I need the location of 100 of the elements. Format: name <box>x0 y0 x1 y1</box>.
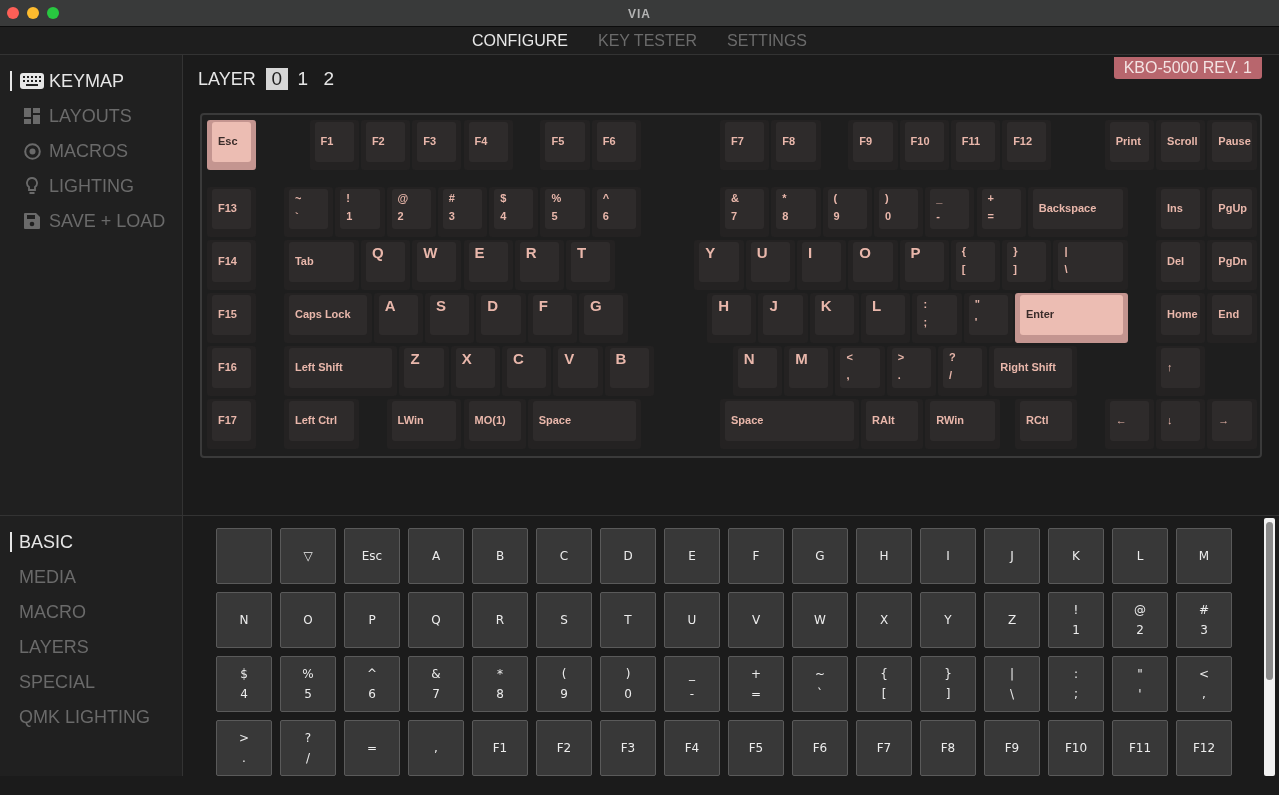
keyboard-key[interactable]: Left Shift <box>283 346 398 396</box>
keyboard-key[interactable]: F3 <box>412 120 462 170</box>
keyboard-key[interactable]: Del <box>1156 240 1206 290</box>
keycode-button[interactable]: F12 <box>1176 720 1232 776</box>
keyboard-key[interactable]: F16 <box>207 346 257 396</box>
keyboard-key[interactable]: " ' <box>963 293 1013 343</box>
keycode-button[interactable]: T <box>600 592 656 648</box>
keycode-button[interactable]: + = <box>728 656 784 712</box>
keycode-button[interactable]: F1 <box>472 720 528 776</box>
keyboard-key[interactable]: | \ <box>1053 240 1129 290</box>
keyboard-key[interactable]: N <box>732 346 783 396</box>
keycode-button[interactable]: Q <box>408 592 464 648</box>
keycode-button[interactable]: F5 <box>728 720 784 776</box>
layer-button[interactable]: 2 <box>317 68 340 90</box>
keyboard-key[interactable]: } ] <box>1002 240 1052 290</box>
keycode-button[interactable]: F4 <box>664 720 720 776</box>
keyboard-key[interactable]: < , <box>835 346 885 396</box>
keyboard-key[interactable]: G <box>578 293 629 343</box>
keyboard-key[interactable]: F13 <box>207 187 257 237</box>
keycode-button[interactable]: ? / <box>280 720 336 776</box>
keyboard-key[interactable]: { [ <box>950 240 1001 290</box>
keyboard-key[interactable]: D <box>476 293 526 343</box>
keycode-button[interactable]: X <box>856 592 912 648</box>
keyboard-key[interactable]: ← <box>1104 399 1155 449</box>
keyboard-key[interactable]: H <box>707 293 757 343</box>
keyboard-key[interactable]: L <box>861 293 911 343</box>
keycode-button[interactable]: & 7 <box>408 656 464 712</box>
keycode-button[interactable]: K <box>1048 528 1104 584</box>
keycode-button[interactable]: , <box>408 720 464 776</box>
keyboard-key[interactable]: → <box>1207 399 1257 449</box>
keyboard-key[interactable]: Ins <box>1156 187 1206 237</box>
keycode-button[interactable]: } ] <box>920 656 976 712</box>
keyboard-key[interactable]: Backspace <box>1027 187 1129 237</box>
keycode-button[interactable]: S <box>536 592 592 648</box>
keyboard-key[interactable]: ↓ <box>1156 399 1206 449</box>
keycode-button[interactable]: O <box>280 592 336 648</box>
keyboard-key[interactable]: V <box>553 346 603 396</box>
keyboard-key[interactable]: Space <box>720 399 860 449</box>
keycode-button[interactable]: % 5 <box>280 656 336 712</box>
keycode-button[interactable]: H <box>856 528 912 584</box>
keycode-button[interactable]: | \ <box>984 656 1040 712</box>
keyboard-key[interactable]: ) 0 <box>873 187 924 237</box>
maximize-button[interactable] <box>47 7 59 19</box>
keyboard-key[interactable]: F15 <box>207 293 257 343</box>
keyboard-key[interactable]: M <box>784 346 834 396</box>
menu-item[interactable]: KEYMAP <box>49 70 125 92</box>
keyboard-key[interactable]: F1 <box>309 120 359 170</box>
keycode-button[interactable]: Esc <box>344 528 400 584</box>
keyboard-key[interactable]: LWin <box>386 399 462 449</box>
keyboard-key[interactable]: Caps Lock <box>283 293 372 343</box>
keycode-button[interactable]: ) 0 <box>600 656 656 712</box>
keyboard-key[interactable]: % 5 <box>540 187 590 237</box>
category-item[interactable]: BASIC <box>19 531 74 553</box>
keycode-button[interactable]: B <box>472 528 528 584</box>
keyboard-key[interactable]: Pause <box>1207 120 1257 170</box>
keycode-button[interactable]: L <box>1112 528 1168 584</box>
keycode-button[interactable]: Y <box>920 592 976 648</box>
keyboard-key[interactable]: # 3 <box>437 187 488 237</box>
keyboard-key[interactable]: ( 9 <box>822 187 872 237</box>
keyboard-key[interactable]: W <box>412 240 462 290</box>
keycode-button[interactable]: Z <box>984 592 1040 648</box>
keycode-button[interactable]: " ' <box>1112 656 1168 712</box>
keyboard-key[interactable]: ↑ <box>1156 346 1206 396</box>
keycode-button[interactable]: ~ ` <box>792 656 848 712</box>
keycode-button[interactable]: W <box>792 592 848 648</box>
keycode-button[interactable]: # 3 <box>1176 592 1232 648</box>
keyboard-key[interactable]: MO(1) <box>463 399 526 449</box>
keyboard-key[interactable]: Right Shift <box>989 346 1078 396</box>
keyboard-key[interactable]: F12 <box>1002 120 1052 170</box>
keyboard-key[interactable]: F2 <box>360 120 411 170</box>
keycode-button[interactable]: N <box>216 592 272 648</box>
keycode-button[interactable]: { [ <box>856 656 912 712</box>
keycode-button[interactable]: ▽ <box>280 528 336 584</box>
keyboard-key[interactable]: Tab <box>283 240 359 290</box>
keyboard-key[interactable]: & 7 <box>720 187 770 237</box>
keycode-button[interactable]: ^ 6 <box>344 656 400 712</box>
keycode-button[interactable]: P <box>344 592 400 648</box>
keyboard-key[interactable]: F10 <box>899 120 949 170</box>
keyboard-key[interactable]: Y <box>694 240 744 290</box>
minimize-button[interactable] <box>27 7 39 19</box>
keycode-button[interactable]: E <box>664 528 720 584</box>
keycode-button[interactable]: F7 <box>856 720 912 776</box>
keycode-button[interactable]: U <box>664 592 720 648</box>
keyboard-key[interactable]: U <box>745 240 795 290</box>
keyboard-key[interactable]: ~ ` <box>283 187 334 237</box>
keycode-button[interactable]: F6 <box>792 720 848 776</box>
keycode-button[interactable]: D <box>600 528 656 584</box>
keycode-button[interactable]: ( 9 <box>536 656 592 712</box>
keyboard-key[interactable]: Left Ctrl <box>283 399 359 449</box>
keyboard-key[interactable]: Q <box>360 240 411 290</box>
close-button[interactable] <box>7 7 19 19</box>
keycode-button[interactable]: F <box>728 528 784 584</box>
keyboard-key[interactable]: ! 1 <box>335 187 385 237</box>
keycode-button[interactable]: I <box>920 528 976 584</box>
keyboard-key[interactable]: PgUp <box>1207 187 1257 237</box>
keyboard-key[interactable]: S <box>425 293 475 343</box>
keyboard-key[interactable]: P <box>899 240 949 290</box>
keyboard-key[interactable]: Esc <box>207 120 257 170</box>
keycode-button[interactable]: = <box>344 720 400 776</box>
keyboard-key[interactable]: PgDn <box>1207 240 1257 290</box>
